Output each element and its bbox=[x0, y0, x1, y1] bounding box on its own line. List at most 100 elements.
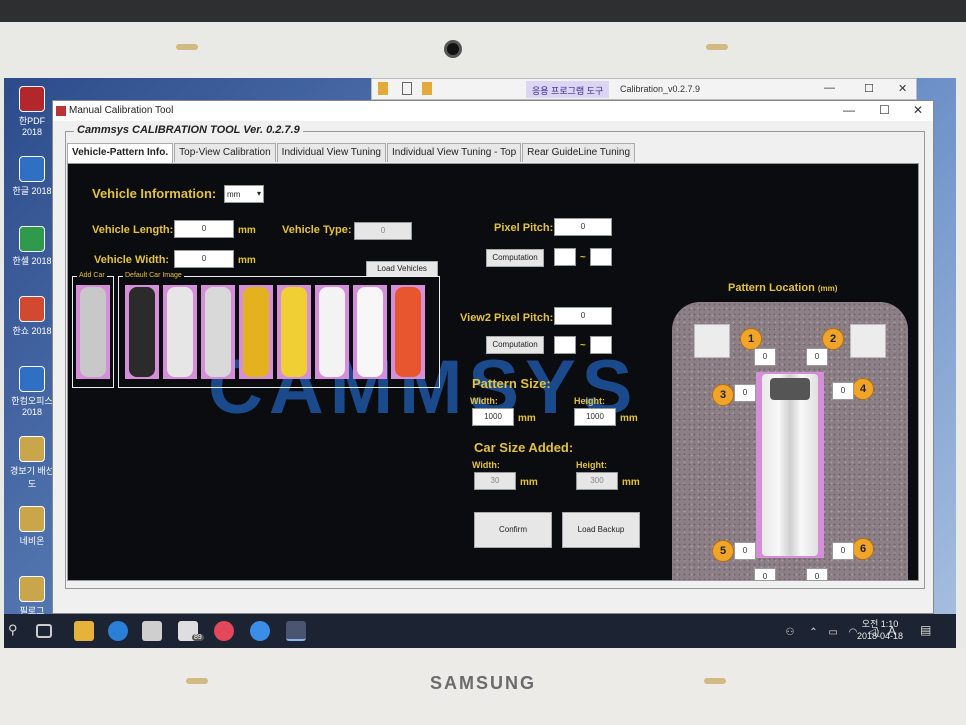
car-option[interactable] bbox=[201, 285, 235, 379]
people-icon[interactable]: ⚇ bbox=[786, 627, 795, 638]
car-option[interactable] bbox=[353, 285, 387, 379]
task-view-icon[interactable] bbox=[36, 624, 52, 638]
car-width-input[interactable]: 30 bbox=[474, 472, 516, 490]
pixel-pitch-input[interactable]: 0 bbox=[554, 218, 612, 236]
pitch-range-min[interactable] bbox=[554, 248, 576, 266]
battery-icon[interactable]: ▭ bbox=[828, 627, 837, 638]
desktop-icon-hanpdf[interactable]: 한PDF 2018 bbox=[8, 86, 56, 152]
folder-icon bbox=[378, 82, 388, 95]
marker-5-value[interactable]: 0 bbox=[734, 542, 756, 560]
pattern-height-label: Height: bbox=[574, 396, 605, 406]
pattern-width-input[interactable]: 1000 bbox=[472, 408, 514, 426]
marker-4-value[interactable]: 0 bbox=[832, 382, 854, 400]
pattern-square-1[interactable] bbox=[694, 324, 730, 358]
internet-explorer-icon[interactable] bbox=[250, 621, 270, 641]
desktop-icon-hancom-office[interactable]: 한컴오피스 2018 bbox=[8, 366, 56, 432]
window-titlebar[interactable]: Manual Calibration Tool — ☐ ✕ bbox=[53, 101, 933, 121]
car-size-added-label: Car Size Added: bbox=[474, 440, 574, 455]
vehicle-length-input[interactable]: 0 bbox=[174, 220, 234, 238]
store-icon[interactable] bbox=[142, 621, 162, 641]
laptop-bezel-top bbox=[0, 0, 966, 78]
maximize-icon[interactable]: ☐ bbox=[879, 103, 890, 117]
car-option[interactable] bbox=[277, 285, 311, 379]
close-icon[interactable]: ✕ bbox=[913, 103, 923, 117]
tab-individual-view-tuning-top[interactable]: Individual View Tuning - Top bbox=[387, 143, 522, 162]
tab-individual-view-tuning[interactable]: Individual View Tuning bbox=[276, 143, 386, 162]
marker-6-value[interactable]: 0 bbox=[832, 542, 854, 560]
add-car-slot[interactable] bbox=[76, 285, 110, 379]
chevron-up-icon[interactable]: ⌃ bbox=[809, 627, 817, 638]
mail-badge: 89 bbox=[192, 634, 204, 641]
vehicle-width-input[interactable]: 0 bbox=[174, 250, 234, 268]
confirm-button[interactable]: Confirm bbox=[474, 512, 552, 548]
load-vehicles-button[interactable]: Load Vehicles bbox=[366, 261, 438, 277]
bezel-hinge bbox=[176, 44, 198, 50]
car-option[interactable] bbox=[239, 285, 273, 379]
bezel-hinge bbox=[706, 44, 728, 50]
file-explorer-icon[interactable] bbox=[74, 621, 94, 641]
marker-4: 4 bbox=[852, 378, 874, 400]
clock[interactable]: 오전 1:10 2018-04-18 bbox=[854, 618, 906, 642]
vehicle-top-view bbox=[756, 372, 824, 558]
car-height-input[interactable]: 300 bbox=[576, 472, 618, 490]
desktop-icon-navion[interactable]: 네비온 bbox=[8, 506, 56, 572]
pattern-width-label: Width: bbox=[470, 396, 498, 406]
marker-7-value[interactable]: 0 bbox=[754, 568, 776, 580]
calibration-tool-window: Manual Calibration Tool — ☐ ✕ Cammsys CA… bbox=[52, 100, 934, 614]
desktop-icon-alarm-wiring[interactable]: 경보기 배선도 bbox=[8, 436, 56, 502]
tab-vehicle-pattern-info[interactable]: Vehicle-Pattern Info. bbox=[67, 143, 174, 164]
pattern-size-label: Pattern Size: bbox=[472, 376, 551, 391]
pattern-location-title: Pattern Location (mm) bbox=[728, 282, 838, 294]
close-icon[interactable]: ✕ bbox=[898, 82, 907, 95]
webcam-icon bbox=[444, 40, 462, 58]
maps-icon[interactable] bbox=[214, 621, 234, 641]
car-option[interactable] bbox=[315, 285, 349, 379]
car-option[interactable] bbox=[391, 285, 425, 379]
vehicle-width-label: Vehicle Width: bbox=[94, 254, 170, 266]
app-icon bbox=[56, 106, 66, 116]
view2-range-min[interactable] bbox=[554, 336, 576, 354]
vehicle-width-unit: mm bbox=[238, 255, 256, 266]
clock-time: 오전 1:10 bbox=[861, 619, 899, 629]
edge-icon[interactable] bbox=[108, 621, 128, 641]
bg-window-title: Calibration_v0.2.7.9 bbox=[620, 84, 701, 94]
desktop-icon-hangul[interactable]: 한글 2018 bbox=[8, 156, 56, 222]
minimize-icon[interactable]: — bbox=[843, 103, 855, 117]
desktop-icon-hancell[interactable]: 한셀 2018 bbox=[8, 226, 56, 292]
properties-icon[interactable] bbox=[402, 82, 412, 95]
maximize-icon[interactable]: ☐ bbox=[864, 82, 874, 95]
marker-6: 6 bbox=[852, 538, 874, 560]
unit-select[interactable]: mm ▾ bbox=[224, 185, 264, 203]
marker-3-value[interactable]: 0 bbox=[734, 384, 756, 402]
car-option[interactable] bbox=[125, 285, 159, 379]
view2-range-max[interactable] bbox=[590, 336, 612, 354]
ribbon-tab-app-tools[interactable]: 응용 프로그램 도구 bbox=[526, 81, 610, 98]
range-tilde: ~ bbox=[580, 252, 586, 263]
vehicle-type-input[interactable]: 0 bbox=[354, 222, 412, 240]
tab-rear-guideline-tuning[interactable]: Rear GuideLine Tuning bbox=[522, 143, 636, 162]
view2-pitch-input[interactable]: 0 bbox=[554, 307, 612, 325]
vehicle-length-unit: mm bbox=[238, 225, 256, 236]
marker-2-value[interactable]: 0 bbox=[806, 348, 828, 366]
car-option[interactable] bbox=[163, 285, 197, 379]
load-backup-button[interactable]: Load Backup bbox=[562, 512, 640, 548]
vehicle-length-label: Vehicle Length: bbox=[92, 224, 174, 236]
calibration-app-taskbar-icon[interactable] bbox=[286, 621, 306, 641]
marker-5: 5 bbox=[712, 540, 734, 562]
default-car-frame: Default Car Image bbox=[118, 272, 440, 388]
desktop-icon-hanshow[interactable]: 한쇼 2018 bbox=[8, 296, 56, 362]
notification-icon[interactable]: ▤ bbox=[920, 623, 931, 637]
tab-top-view-calibration[interactable]: Top-View Calibration bbox=[174, 143, 276, 162]
new-folder-icon[interactable] bbox=[422, 82, 432, 95]
search-icon[interactable]: ⚲ bbox=[8, 622, 18, 638]
computation-button[interactable]: Computation bbox=[486, 249, 544, 267]
background-explorer-window[interactable]: 응용 프로그램 도구 Calibration_v0.2.7.9 — ☐ ✕ bbox=[371, 78, 917, 100]
pattern-height-input[interactable]: 1000 bbox=[574, 408, 616, 426]
marker-8-value[interactable]: 0 bbox=[806, 568, 828, 580]
pitch-range-max[interactable] bbox=[590, 248, 612, 266]
pattern-square-2[interactable] bbox=[850, 324, 886, 358]
view2-computation-button[interactable]: Computation bbox=[486, 336, 544, 354]
marker-1-value[interactable]: 0 bbox=[754, 348, 776, 366]
minimize-icon[interactable]: — bbox=[824, 82, 835, 94]
vehicle-info-label: Vehicle Information: bbox=[92, 186, 217, 201]
